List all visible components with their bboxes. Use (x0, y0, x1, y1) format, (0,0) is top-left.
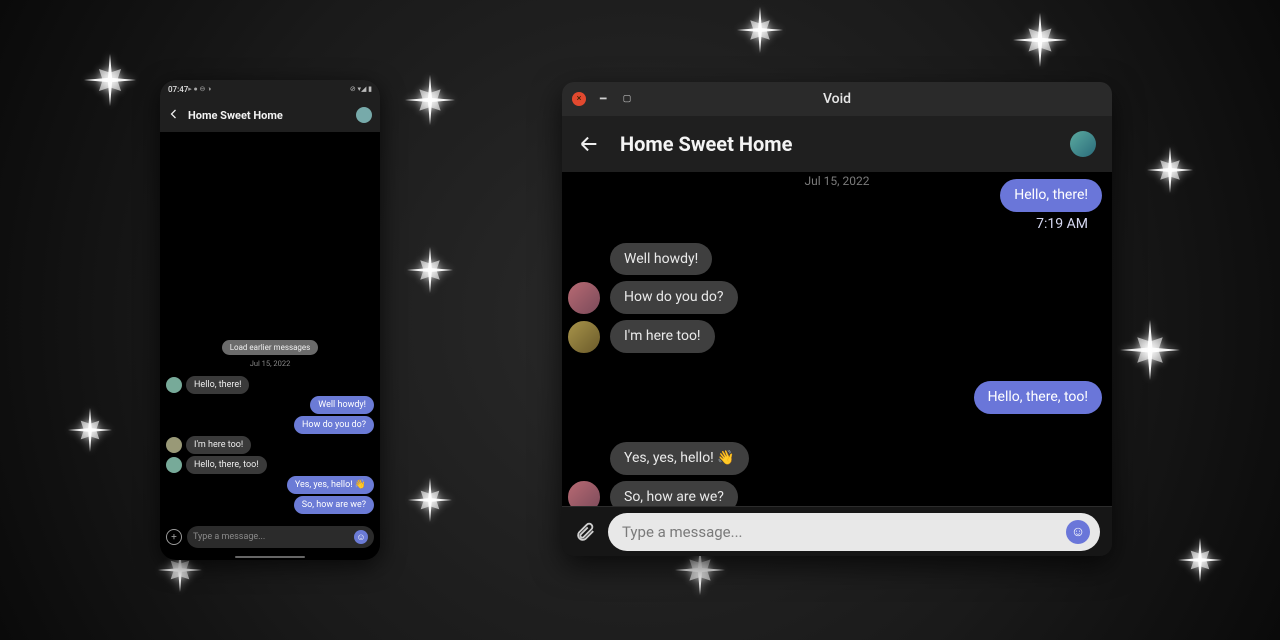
message-row: Hello, there! (610, 179, 1102, 212)
window-title: Void (562, 91, 1112, 107)
message-row: Well howdy! (610, 243, 1102, 276)
sender-avatar[interactable] (166, 457, 182, 473)
date-separator: Jul 15, 2022 (250, 359, 291, 368)
sparkle-icon (405, 75, 455, 129)
message-row: Yes, yes, hello! 👋 (610, 442, 1102, 475)
message-row: How do you do? (166, 416, 374, 434)
message-input[interactable]: Type a message... ☺ (608, 513, 1100, 551)
attach-plus-icon[interactable]: + (166, 529, 182, 545)
message-row: I'm here too! (166, 436, 374, 454)
window-maximize-button[interactable]: ▢ (620, 92, 634, 106)
sparkle-icon (84, 54, 136, 110)
sparkle-icon (408, 478, 452, 526)
desktop-composer: Type a message... ☺ (562, 506, 1112, 556)
back-arrow-icon[interactable] (578, 133, 600, 155)
sender-avatar[interactable] (566, 479, 602, 506)
message-row: Well howdy! (166, 396, 374, 414)
nav-indicator (160, 554, 380, 560)
message-row: Yes, yes, hello! 👋 (166, 476, 374, 494)
message-input[interactable]: Type a message... ☺ (187, 526, 374, 548)
message-row: Hello, there, too! (166, 456, 374, 474)
message-row: Hello, there! (166, 376, 374, 394)
phone-app-bar: Home Sweet Home (160, 98, 380, 132)
back-arrow-icon[interactable] (168, 108, 182, 123)
message-bubble[interactable]: Well howdy! (310, 396, 374, 414)
phone-conversation[interactable]: Load earlier messages Jul 15, 2022 Hello… (160, 132, 380, 520)
message-bubble[interactable]: Hello, there! (1000, 179, 1102, 212)
message-row: I'm here too! (610, 320, 1102, 353)
message-row: So, how are we? (166, 496, 374, 514)
window-titlebar[interactable]: × − ▢ Void (562, 82, 1112, 116)
message-row: So, how are we? (610, 481, 1102, 506)
message-bubble[interactable]: So, how are we? (294, 496, 374, 514)
sparkle-icon (737, 7, 783, 57)
message-bubble[interactable]: So, how are we? (610, 481, 738, 506)
message-row: How do you do? (610, 281, 1102, 314)
sparkle-icon (1120, 320, 1180, 384)
message-bubble[interactable]: I'm here too! (186, 436, 251, 454)
message-row: Hello, there, too! (610, 381, 1102, 414)
message-timestamp: 7:19 AM (1022, 214, 1102, 237)
emoji-icon[interactable]: ☺ (1066, 520, 1090, 544)
sparkle-icon (1147, 147, 1193, 197)
window-minimize-button[interactable]: − (596, 92, 610, 106)
message-bubble[interactable]: I'm here too! (610, 320, 715, 353)
message-row: 7:19 AM (610, 218, 1102, 237)
message-bubble[interactable]: Yes, yes, hello! 👋 (287, 476, 374, 494)
sender-avatar[interactable] (166, 377, 182, 393)
sender-avatar[interactable] (166, 437, 182, 453)
chat-title: Home Sweet Home (188, 109, 356, 122)
message-bubble[interactable]: How do you do? (294, 416, 374, 434)
desktop-window: × − ▢ Void Home Sweet Home Jul 15, 2022 … (562, 82, 1112, 556)
sparkle-icon (407, 247, 453, 297)
chat-title: Home Sweet Home (620, 132, 1070, 156)
message-bubble[interactable]: How do you do? (610, 281, 738, 314)
sender-avatar[interactable] (566, 319, 602, 355)
status-time: 07:47 (168, 85, 188, 94)
message-bubble[interactable]: Yes, yes, hello! 👋 (610, 442, 749, 475)
message-bubble[interactable]: Hello, there, too! (974, 381, 1102, 414)
message-bubble[interactable]: Hello, there! (186, 376, 249, 394)
status-icons-right: ⊘ ▾◢ ▮ (350, 85, 372, 93)
sparkle-icon (1178, 538, 1222, 586)
phone-mock: 07:47 ▸ ● ⊖ ◑ ⊘ ▾◢ ▮ Home Sweet Home Loa… (160, 80, 380, 560)
load-earlier-button[interactable]: Load earlier messages (222, 340, 319, 355)
message-placeholder: Type a message... (622, 523, 1066, 541)
message-bubble[interactable]: Hello, there, too! (186, 456, 267, 474)
status-icons-left: ▸ ● ⊖ ◑ (188, 85, 211, 93)
sender-avatar[interactable] (566, 280, 602, 316)
sparkle-icon (1013, 13, 1067, 71)
phone-composer: + Type a message... ☺ (160, 520, 380, 554)
message-bubble[interactable]: Well howdy! (610, 243, 712, 276)
attach-icon[interactable] (574, 519, 596, 545)
desktop-app-bar: Home Sweet Home (562, 116, 1112, 172)
window-close-button[interactable]: × (572, 92, 586, 106)
emoji-icon[interactable]: ☺ (354, 530, 368, 544)
sparkle-icon (68, 408, 112, 456)
message-placeholder: Type a message... (193, 532, 354, 542)
header-avatar[interactable] (1070, 131, 1096, 157)
desktop-conversation[interactable]: Jul 15, 2022 Hello, there!7:19 AMWell ho… (562, 172, 1112, 506)
status-bar: 07:47 ▸ ● ⊖ ◑ ⊘ ▾◢ ▮ (160, 80, 380, 98)
header-avatar[interactable] (356, 107, 372, 123)
